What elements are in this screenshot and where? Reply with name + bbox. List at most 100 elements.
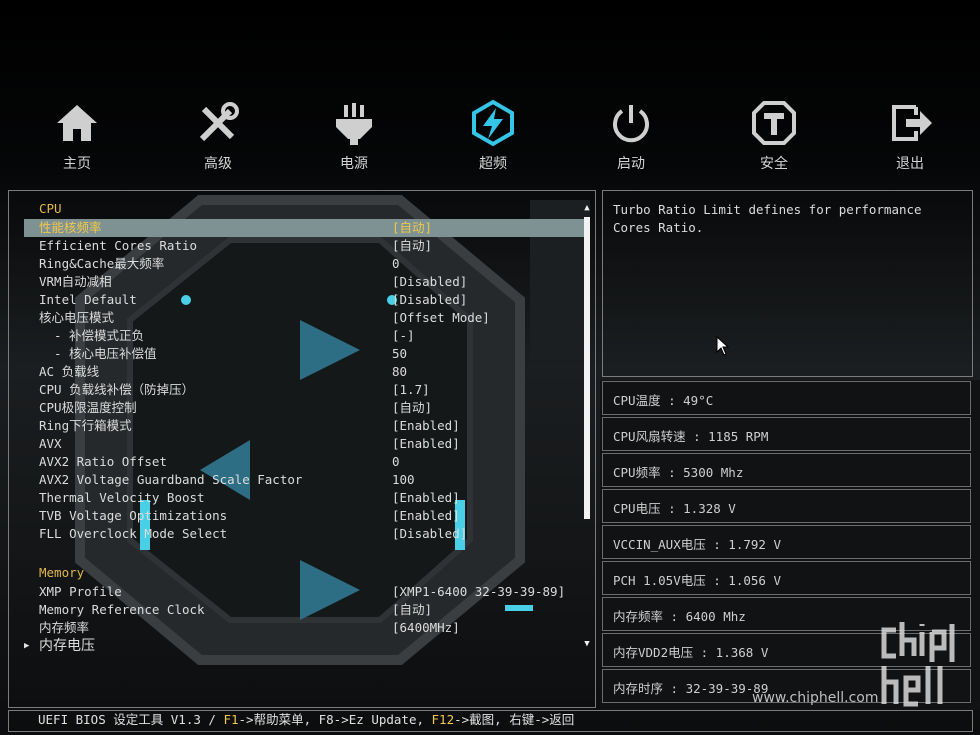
setting-row-ac-loadline[interactable]: AC 负载线 80 [24,363,586,381]
info-value: VCCIN_AUX电压 : 1.792 V [613,537,781,552]
info-value: 内存频率 : 6400 Mhz [613,609,746,624]
info-row-cpu-voltage: CPU电压 : 1.328 V [602,489,971,523]
settings-scrollbar[interactable]: ▲ ▼ [582,203,592,649]
help-text: Turbo Ratio Limit defines for performanc… [613,202,922,235]
watermark-url: www.chiphell.com [752,690,879,706]
settings-panel: CPU 性能核频率 [自动] Efficient Cores Ratio [自动… [8,190,596,708]
setting-value: 0 [392,256,400,271]
setting-label: Thermal Velocity Boost [39,490,205,505]
setting-value: [Disabled] [392,526,468,541]
setting-label: Efficient Cores Ratio [39,238,198,253]
setting-row-thermal-velocity-boost[interactable]: Thermal Velocity Boost [Enabled] [24,489,586,507]
setting-row-offset-value[interactable]: - 核心电压补偿值 50 [24,345,586,363]
info-value: CPU风扇转速 : 1185 RPM [613,429,769,444]
info-value: 内存时序 : 32-39-39-89 [613,681,769,696]
setting-value: [自动] [392,602,433,617]
nav-label: 启动 [617,156,645,172]
setting-row-avx[interactable]: AVX [Enabled] [24,435,586,453]
setting-label: Memory Reference Clock [39,602,205,617]
setting-row-offset-sign[interactable]: - 补偿模式正负 [-] [24,327,586,345]
setting-row-p-core-ratio[interactable]: 性能核频率 [自动] [24,219,586,237]
setting-value: [XMP1-6400 32-39-39-89] [392,584,566,599]
info-value: CPU频率 : 5300 Mhz [613,465,744,480]
setting-row-memory-reference-clock[interactable]: Memory Reference Clock [自动] [24,601,586,619]
info-row-vccin-aux: VCCIN_AUX电压 : 1.792 V [602,525,971,559]
setting-value: [自动] [392,238,433,253]
shield-icon [752,101,796,145]
info-value: CPU电压 : 1.328 V [613,501,736,516]
nav-tab-power[interactable]: 电源 [309,95,399,173]
section-header-memory: Memory [39,565,85,580]
setting-row-ring-cache-max[interactable]: Ring&Cache最大频率 0 [24,255,586,273]
setting-row-avx2-guardband[interactable]: AVX2 Voltage Guardband Scale Factor 100 [24,471,586,489]
nav-label: 电源 [340,156,368,172]
setting-label: Intel Default [39,292,137,307]
submenu-arrow-icon: ▶ [24,641,30,651]
setting-label: XMP Profile [39,584,122,599]
nav-label: 高级 [204,156,232,172]
setting-label: FLL Overclock Mode Select [39,526,228,541]
home-icon [57,105,97,141]
info-row-cpu-fan: CPU风扇转速 : 1185 RPM [602,417,971,451]
setting-row-tvb-voltage-opt[interactable]: TVB Voltage Optimizations [Enabled] [24,507,586,525]
setting-row-fll-overclock-mode[interactable]: FLL Overclock Mode Select [Disabled] [24,525,586,543]
setting-label: - 核心电压补偿值 [54,346,157,361]
power-button-icon [613,105,649,143]
setting-value: [6400MHz] [392,620,460,635]
nav-tab-exit[interactable]: 退出 [865,95,955,173]
setting-row-core-voltage-mode[interactable]: 核心电压模式 [Offset Mode] [24,309,586,327]
scroll-up-arrow-icon[interactable]: ▲ [582,203,592,213]
setting-label: CPU 负载线补偿（防掉压） [39,382,195,397]
info-row-pch-voltage: PCH 1.05V电压 : 1.056 V [602,561,971,595]
nav-label: 退出 [896,156,924,172]
nav-tab-security[interactable]: 安全 [729,95,819,173]
footer-key-f1: F1 [223,712,239,727]
setting-label: AVX2 Voltage Guardband Scale Factor [39,472,303,487]
nav-tab-advanced[interactable]: 高级 [173,95,263,173]
tools-icon [199,102,239,142]
setting-row-vrm-phase-shedding[interactable]: VRM自动减相 [Disabled] [24,273,586,291]
setting-row-xmp-profile[interactable]: XMP Profile [XMP1-6400 32-39-39-89] [24,583,586,601]
setting-value: [-] [392,328,415,343]
setting-row-avx2-ratio-offset[interactable]: AVX2 Ratio Offset 0 [24,453,586,471]
nav-label: 超频 [479,156,507,172]
setting-label: AVX2 Ratio Offset [39,454,167,469]
info-value: CPU温度 : 49°C [613,393,714,408]
info-row-cpu-temp: CPU温度 : 49°C [602,381,971,415]
chiphell-logo [881,622,955,707]
nav-tab-overclock[interactable]: 超频 [448,95,538,173]
info-row-cpu-freq: CPU频率 : 5300 Mhz [602,453,971,487]
info-value: 内存VDD2电压 : 1.368 V [613,645,769,660]
setting-value: [自动] [392,220,433,235]
setting-row-memory-frequency[interactable]: 内存频率 [6400MHz] [24,619,586,637]
setting-value: [Enabled] [392,490,460,505]
setting-value: [自动] [392,400,433,415]
setting-value: 0 [392,454,400,469]
scroll-down-arrow-icon[interactable]: ▼ [582,639,592,649]
setting-label: 内存电压 [39,638,95,654]
submenu-row-memory-voltage[interactable]: ▶ 内存电压 [24,637,586,655]
nav-tab-home[interactable]: 主页 [32,95,122,173]
setting-label: AC 负载线 [39,364,100,379]
nav-label: 主页 [63,156,91,172]
exit-icon [892,105,932,141]
setting-row-intel-default[interactable]: Intel Default [Disabled] [24,291,586,309]
nav-tab-boot[interactable]: 启动 [586,95,676,173]
footer-f12-text: ->截图, 右键->返回 [454,712,575,727]
setting-label: Ring下行箱模式 [39,418,132,433]
setting-row-cpu-llc[interactable]: CPU 负载线补偿（防掉压） [1.7] [24,381,586,399]
setting-value: [Disabled] [392,292,468,307]
scroll-thumb[interactable] [584,217,590,519]
mouse-cursor-icon [716,336,730,356]
footer-status-bar: UEFI BIOS 设定工具 V1.3 / F1->帮助菜单, F8->Ez U… [8,710,973,732]
setting-label: VRM自动减相 [39,274,112,289]
setting-label: AVX [39,436,62,451]
setting-row-ring-down-bin[interactable]: Ring下行箱模式 [Enabled] [24,417,586,435]
setting-value: [Disabled] [392,274,468,289]
top-navigation: 主页 高级 电源 超频 启动 安全 退出 [0,95,980,180]
setting-row-efficient-cores-ratio[interactable]: Efficient Cores Ratio [自动] [24,237,586,255]
setting-value: [Enabled] [392,418,460,433]
info-value: PCH 1.05V电压 : 1.056 V [613,573,781,588]
setting-row-cpu-temp-limit[interactable]: CPU极限温度控制 [自动] [24,399,586,417]
setting-label: - 补偿模式正负 [54,328,145,343]
